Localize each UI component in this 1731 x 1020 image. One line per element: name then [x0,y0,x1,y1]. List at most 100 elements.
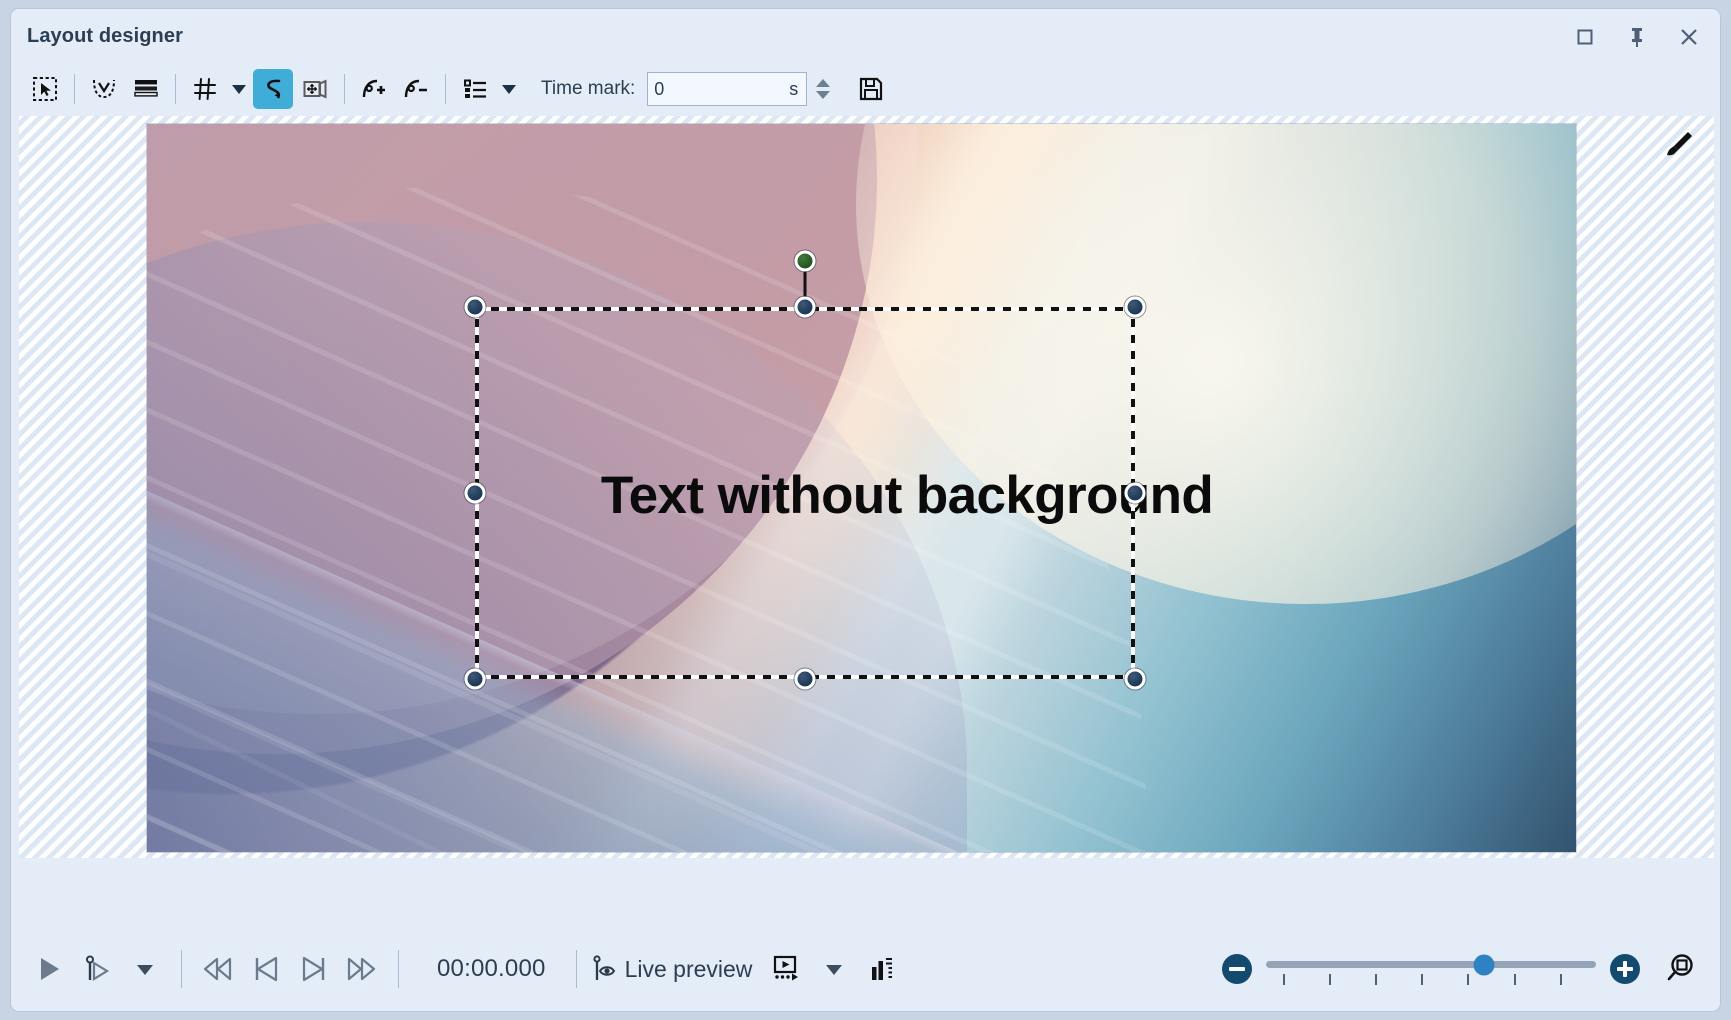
live-preview-eye-icon [589,954,619,984]
spinner-down-icon[interactable] [816,91,830,99]
handle-middle-right[interactable] [1125,483,1146,504]
chevron-down-icon [825,963,843,976]
canvas-area[interactable]: Text without background [19,116,1714,858]
timecode-display: 00:00.000 [437,955,546,983]
playback-separator [181,950,182,988]
next-frame-icon [298,953,330,985]
pin-button[interactable] [1614,15,1660,59]
play-from-marker-button[interactable] [73,945,121,993]
handle-top-center[interactable] [795,297,816,318]
handle-bottom-left[interactable] [465,669,486,690]
align-rows-button[interactable] [126,69,166,109]
rewind-button[interactable] [194,945,242,993]
handle-top-left[interactable] [465,297,486,318]
close-icon [1678,26,1700,48]
zoom-slider-track [1266,961,1596,968]
rotation-handle[interactable] [795,251,816,272]
playback-separator [398,950,399,988]
chevron-down-icon [231,83,247,95]
time-mark-stepper [809,72,837,106]
play-options-caret[interactable] [121,945,169,993]
fast-forward-button[interactable] [338,945,386,993]
select-tool-button[interactable] [25,69,65,109]
chevron-down-icon [501,83,517,95]
zoom-in-button[interactable] [1610,954,1640,984]
app-root: Layout designer [0,0,1731,1020]
handle-bottom-right[interactable] [1125,669,1146,690]
live-preview-eye[interactable] [589,954,619,984]
play-icon [33,953,65,985]
play-from-marker-icon [81,953,113,985]
time-mark-unit: s [789,79,806,100]
next-frame-button[interactable] [290,945,338,993]
rewind-icon [201,953,235,985]
playback-separator [576,950,577,988]
save-button[interactable] [851,69,891,109]
live-preview-label: Live preview [625,956,753,983]
align-rows-icon [132,75,160,103]
snap-to-points-icon [90,75,118,103]
snap-to-points-button[interactable] [84,69,124,109]
time-mark-spinbox: s [647,72,807,106]
handle-bottom-center[interactable] [795,669,816,690]
render-preview-button[interactable] [762,945,810,993]
title-bar: Layout designer [11,9,1720,65]
window-controls [1562,15,1712,59]
list-icon [461,75,489,103]
previous-frame-icon [250,953,282,985]
move-frame-icon [301,75,329,103]
zoom-out-button[interactable] [1222,954,1252,984]
remove-keypoint-button[interactable] [396,69,436,109]
maximize-icon [1575,27,1595,47]
toolbar-separator [445,74,446,104]
render-preview-icon [770,953,802,985]
grid-options-caret[interactable] [227,69,251,109]
zoom-slider-ticks [1266,974,1596,986]
zoom-slider[interactable] [1266,952,1596,986]
levels-button[interactable] [858,945,906,993]
zoom-slider-thumb[interactable] [1473,954,1494,975]
spinner-up-icon[interactable] [816,79,830,87]
playback-bar: 00:00.000 Live preview [11,927,1720,1011]
live-preview-options-caret[interactable] [810,945,858,993]
select-rectangle-icon [31,75,59,103]
handle-top-right[interactable] [1125,297,1146,318]
pin-icon [1627,26,1647,48]
play-button[interactable] [25,945,73,993]
zoom-out-icon [1229,967,1245,971]
window-title: Layout designer [27,25,183,48]
maximize-button[interactable] [1562,15,1608,59]
selection-box[interactable] [475,307,1135,679]
time-mark-input-wrapper: s [647,72,807,106]
time-mark-input[interactable] [648,73,759,105]
list-button[interactable] [455,69,495,109]
add-keypoint-button[interactable] [354,69,394,109]
save-icon [857,75,885,103]
grid-button[interactable] [185,69,225,109]
zoom-controls [1222,947,1706,991]
chevron-down-icon [136,963,154,976]
time-mark-label: Time mark: [541,78,635,100]
grid-icon [191,75,219,103]
toolbar-separator [74,74,75,104]
brush-tool-indicator[interactable] [1662,128,1696,162]
brush-icon [1662,128,1696,162]
toolbar-separator [344,74,345,104]
fast-forward-icon [345,953,379,985]
toolbar-separator [175,74,176,104]
levels-icon [867,954,897,984]
draw-path-button[interactable] [253,69,293,109]
remove-keypoint-icon [402,75,430,103]
zoom-fit-button[interactable] [1658,947,1702,991]
handle-middle-left[interactable] [465,483,486,504]
preview-stage[interactable]: Text without background [147,124,1576,852]
close-button[interactable] [1666,15,1712,59]
move-frame-button[interactable] [295,69,335,109]
add-keypoint-icon [360,75,388,103]
freehand-path-icon [259,75,287,103]
zoom-fit-icon [1663,952,1697,986]
list-options-caret[interactable] [497,69,521,109]
previous-frame-button[interactable] [242,945,290,993]
layout-designer-window: Layout designer [10,8,1721,1012]
designer-toolbar: Time mark: s [11,63,1720,115]
